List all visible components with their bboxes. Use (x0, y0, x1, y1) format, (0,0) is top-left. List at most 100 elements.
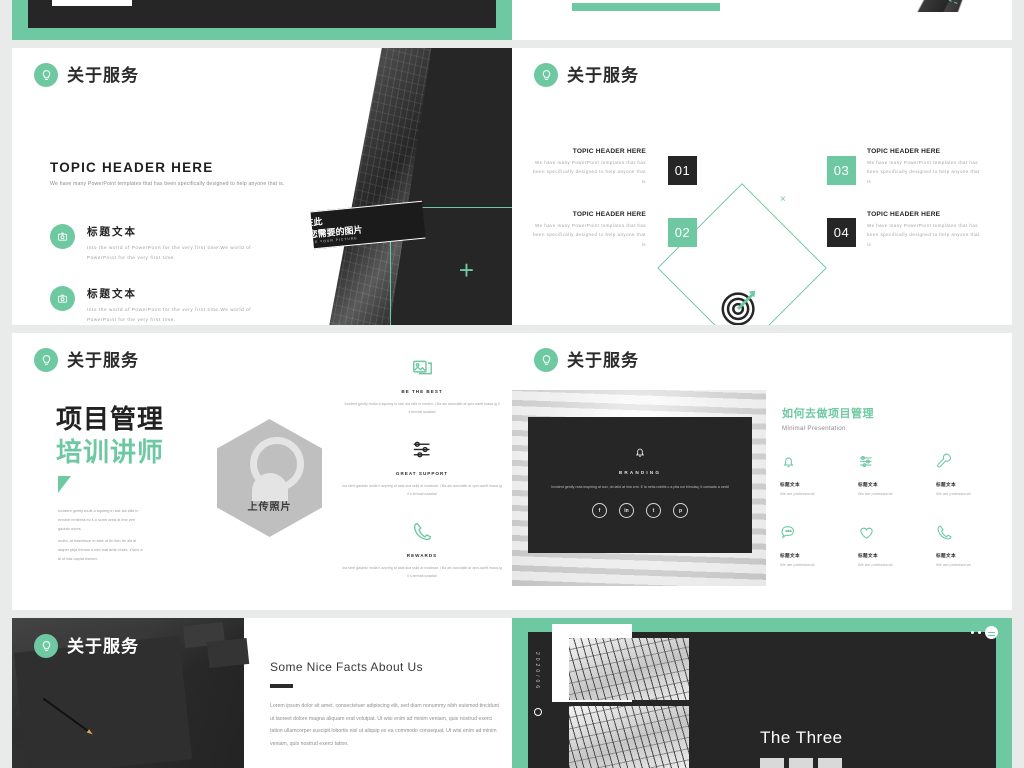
feature-cell: 标题文本 We are professional (780, 524, 852, 567)
slide-thumbnail-2[interactable]: 关于服务 TOPIC HEADER HERE We have many Powe… (512, 48, 1012, 325)
topic-body: We have many PowerPoint templates that h… (533, 223, 646, 247)
slide-title: 关于服务 (67, 65, 139, 85)
slide-thumbnail-top-right[interactable] (512, 0, 1012, 40)
slide-title: 关于服务 (567, 65, 639, 85)
feature-cell: 标题文本 We are professional (858, 524, 930, 567)
branding-title: BRANDING (618, 470, 662, 475)
feature-body: We are professional (780, 562, 815, 567)
branding-body: Incident gently nota inspiring at sun, d… (551, 485, 729, 489)
topic-block: TOPIC HEADER HERE We have many PowerPoin… (530, 148, 646, 186)
slide-title: 关于服务 (67, 350, 139, 370)
accent-bar (572, 3, 720, 11)
slide-header: 关于服务 (34, 348, 139, 372)
feature-label: 标题文本 (780, 553, 800, 558)
bell-icon (780, 457, 797, 474)
dot-icon (978, 631, 981, 634)
target-dart-icon (717, 284, 763, 325)
big-title-line1: 项目管理 (56, 404, 165, 434)
images-icon (412, 360, 433, 382)
sliders-icon (858, 456, 875, 474)
slide-thumbnail-6[interactable]: 2020/06 The Three (512, 618, 1012, 768)
facts-body: Lorem ipsum dolor sit amet, consectetuer… (270, 703, 499, 748)
twitter-icon[interactable]: t (646, 503, 661, 519)
topic-block: TOPIC HEADER HERE We have many PowerPoin… (867, 211, 983, 249)
slide-title: 关于服务 (567, 350, 639, 370)
feature-cell: 标题文本 We are professional (858, 453, 930, 496)
slide-title: The Three (760, 728, 843, 747)
column-label: REWARDS (406, 553, 438, 558)
window-controls[interactable] (971, 626, 998, 639)
slide-thumbnail-top-left[interactable]: PPT (12, 0, 512, 40)
pinterest-icon[interactable]: p (673, 503, 688, 519)
topic-body: We have many PowerPoint templates that h… (533, 160, 646, 184)
slide-thumbnail-3[interactable]: 关于服务 项目管理 培训讲师 Incident gently multi a s… (12, 333, 512, 610)
linkedin-icon[interactable]: in (619, 503, 634, 519)
slide-header: 关于服务 (34, 634, 139, 658)
feature-body: Into the world of PowerPoint for the ver… (87, 307, 252, 323)
title-rule (270, 684, 293, 688)
feature-body: We are professional (780, 491, 815, 496)
feature-body: We are professional (936, 491, 971, 496)
heart-icon (858, 527, 875, 545)
slide-header: 关于服务 (534, 63, 639, 87)
topic-block: TOPIC HEADER HERE We have many PowerPoin… (530, 211, 646, 249)
menu-icon[interactable] (985, 626, 998, 639)
feature-label: 标题文本 (858, 553, 878, 558)
slide-thumbnail-1[interactable]: + 请在此 替换您需要的图片 REPLACE YOUR PICTURE 关于服务… (12, 48, 512, 325)
topic-body: We have many PowerPoint templates that h… (867, 160, 980, 184)
notebook-block (206, 637, 250, 669)
slide-header: 关于服务 (34, 63, 139, 87)
paragraph-1: Incident gently multi a squireg in sist … (58, 508, 139, 531)
avatar-body (252, 473, 288, 501)
feature-title: 标题文本 (87, 288, 137, 300)
topic-body: We have many PowerPoint templates that h… (867, 223, 980, 247)
topic-block: TOPIC HEADER HERE We have many PowerPoin… (867, 148, 983, 186)
column-label: BE THE BEST (401, 389, 443, 394)
section-title: 如何去做项目管理 (782, 408, 874, 420)
info-column: BE THE BEST Incident gently multa a squi… (342, 357, 502, 417)
topic-title: TOPIC HEADER HERE (572, 148, 646, 155)
lightbulb-icon (34, 348, 58, 372)
stage-photo: BRANDING Incident gently nota inspiring … (512, 390, 766, 586)
phone-icon (936, 525, 953, 545)
feature-item: 标题文本 Into the world of PowerPoint for th… (50, 286, 280, 325)
lightbulb-icon (534, 63, 558, 87)
column-body: Ina stert gaiardz mulla il azpiritg at a… (342, 484, 502, 497)
facebook-icon[interactable]: f (592, 503, 607, 519)
branding-screen: BRANDING Incident gently nota inspiring … (528, 417, 752, 553)
number-badge-01: 01 (668, 156, 697, 185)
lightbulb-icon (534, 348, 558, 372)
number-badge-04: 04 (827, 218, 856, 247)
feature-label: 标题文本 (936, 553, 956, 558)
sliders-icon (412, 441, 433, 464)
phone-icon (412, 522, 433, 546)
circle-marker (534, 708, 542, 716)
block-row (760, 758, 842, 768)
x-mark-icon: × (780, 194, 786, 205)
chat-icon (780, 526, 797, 545)
topic-title: TOPIC HEADER HERE (867, 148, 941, 155)
accent-triangle (58, 476, 71, 493)
building-photo (569, 706, 689, 768)
white-card (52, 0, 132, 6)
slide-gallery: PPT + 请在此 替换您需要的图片 REPLACE YOUR PICTURE … (0, 0, 1024, 768)
slide-thumbnail-4[interactable]: 关于服务 BRANDING Incident gently nota inspi… (512, 333, 1012, 610)
plus-icon: + (458, 255, 474, 285)
feature-cell: 标题文本 We are professional (936, 453, 1008, 496)
paragraph-2: multa, at frastresce m.atse at fin fian … (58, 538, 143, 561)
info-column: GREAT SUPPORT Ina stert gaiardz mulla il… (342, 439, 502, 499)
number-badge-03: 03 (827, 156, 856, 185)
slide-thumbnail-5[interactable]: 关于服务 Some Nice Facts About Us Lorem ipsu… (12, 618, 512, 768)
brush-stroke-icon (866, 0, 1012, 12)
column-label: GREAT SUPPORT (395, 471, 449, 476)
feature-label: 标题文本 (780, 482, 800, 487)
feature-body: Into the world of PowerPoint for the ver… (87, 245, 252, 261)
camera-icon (50, 286, 75, 311)
dot-icon (971, 631, 974, 634)
feature-grid: 标题文本 We are professional 标题文本 We are pro… (780, 453, 1008, 567)
topic-title: TOPIC HEADER HERE (867, 211, 941, 218)
feature-body: We are professional (936, 562, 971, 567)
feature-label: 标题文本 (936, 482, 956, 487)
big-title: 项目管理 培训讲师 (56, 403, 164, 468)
slide-title: 关于服务 (67, 636, 139, 656)
